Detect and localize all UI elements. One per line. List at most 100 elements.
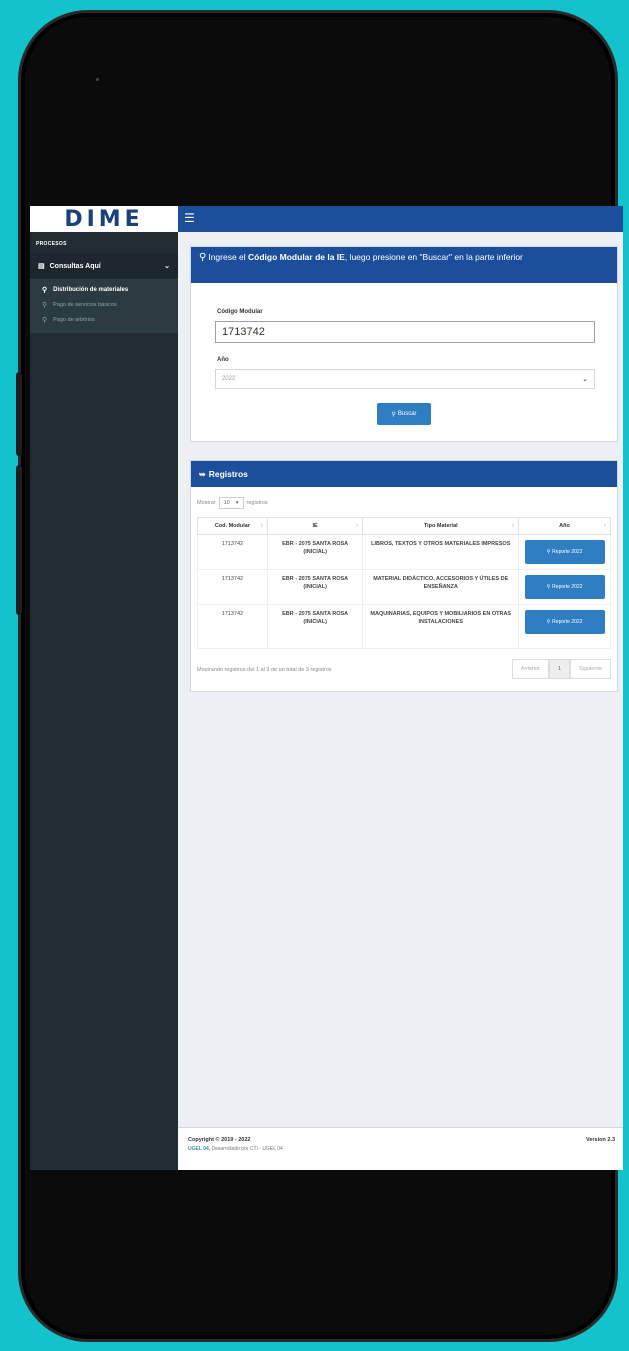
table-info: Mostrando registros del 1 al 3 de un tot… — [197, 667, 332, 673]
results-box-header: ➥ Registros — [191, 461, 617, 487]
reporte-button[interactable]: ⚲ Reporte 2022 — [524, 610, 605, 634]
app-screen: DIME ☰ PROCESOS ▤ Consultas Aquí ⌄ ⚲ Dis… — [30, 206, 623, 1170]
logo-text: DIME — [64, 206, 144, 232]
table-row: 1713742 EBR - 2075 SANTA ROSA (INICIAL) … — [197, 534, 611, 570]
sidebar-item-label: Consultas Aquí — [49, 262, 101, 270]
cell-anio: ⚲ Reporte 2022 — [518, 569, 611, 605]
reporte-label: Reporte 2022 — [552, 584, 583, 590]
copyright-text: Copyright © 2019 - 2022 — [188, 1137, 251, 1143]
year-value: 2022 — [222, 376, 236, 382]
sidebar: PROCESOS ▤ Consultas Aquí ⌄ ⚲ Distribuci… — [30, 232, 178, 1170]
search-icon: ⚲ — [199, 252, 207, 263]
search-icon: ⚲ — [546, 549, 551, 555]
credit-label: Desarrollado por CTI - UGEL 04 — [210, 1146, 283, 1152]
sort-icon: ⇕ — [355, 523, 360, 529]
cell-anio: ⚲ Reporte 2022 — [518, 534, 611, 570]
pagination-prev[interactable]: Anterior — [511, 659, 549, 679]
pagination-next[interactable]: Siguiente — [570, 659, 611, 679]
records-label: registros — [246, 500, 268, 506]
search-box-header: ⚲ Ingrese el Código Modular de la IE, lue… — [191, 247, 617, 283]
cell-anio: ⚲ Reporte 2022 — [518, 604, 611, 649]
chevron-circle-down-icon[interactable]: ➥ — [199, 470, 206, 479]
cell-cod: 1713742 — [197, 534, 268, 570]
page-length-control: Mostrar 10 ▾ registros — [197, 497, 268, 509]
cell-ie: EBR - 2075 SANTA ROSA (INICIAL) — [266, 534, 364, 570]
buscar-label: Buscar — [397, 411, 417, 417]
cell-tipo: MAQUINARIAS, EQUIPOS Y MOBILIARIOS EN OT… — [362, 604, 519, 649]
column-header-label: Cod. Modular — [214, 523, 250, 529]
main-content: ⚲ Ingrese el Código Modular de la IE, lue… — [178, 232, 623, 1170]
sidebar-item-label: Distribución de materiales — [53, 286, 129, 293]
search-icon: ⚲ — [391, 411, 396, 418]
front-camera — [96, 78, 99, 81]
cell-tipo: LIBROS, TEXTOS Y OTROS MATERIALES IMPRES… — [362, 534, 519, 570]
chevron-down-icon: ⌄ — [582, 376, 588, 383]
sidebar-submenu: ⚲ Distribución de materiales ⚲ Pago de s… — [30, 279, 178, 333]
version-text: Version 2.3 — [585, 1137, 615, 1143]
pagination-current[interactable]: 1 — [549, 659, 571, 679]
credit-text: UGEL 04, Desarrollado por CTI - UGEL 04 — [188, 1146, 283, 1152]
org-link[interactable]: UGEL 04, — [188, 1146, 210, 1152]
sidebar-section-label: PROCESOS — [36, 241, 67, 247]
chevron-down-icon: ⌄ — [164, 263, 170, 270]
year-select[interactable]: 2022 ⌄ — [215, 369, 595, 389]
volume-button — [16, 372, 22, 456]
sidebar-item-arbitrios[interactable]: ⚲ Pago de arbitrios — [30, 312, 178, 327]
year-label: Año — [217, 357, 229, 363]
logo[interactable]: DIME — [30, 206, 178, 232]
search-icon: ⚲ — [42, 316, 48, 324]
cell-tipo: MATERIAL DIDÁCTICO, ACCESORIOS Y ÚTILES … — [362, 569, 519, 605]
footer: Copyright © 2019 - 2022 UGEL 04, Desarro… — [178, 1127, 623, 1170]
search-icon: ⚲ — [546, 584, 551, 590]
pagination: Anterior 1 Siguiente — [511, 659, 611, 679]
cell-ie: EBR - 2075 SANTA ROSA (INICIAL) — [266, 569, 364, 605]
reporte-button[interactable]: ⚲ Reporte 2022 — [524, 575, 605, 599]
instruction-post: , luego presione en "Buscar" en la parte… — [344, 252, 523, 262]
reporte-label: Reporte 2022 — [552, 549, 583, 555]
column-header-tipo[interactable]: Tipo Material ⇕ — [362, 517, 519, 535]
buscar-button[interactable]: ⚲ Buscar — [377, 403, 431, 425]
table-header-row: Cod. Modular ⇕ IE ⇕ Tipo Material ⇕ Año ⇕ — [197, 517, 611, 535]
search-icon: ⚲ — [42, 301, 48, 309]
show-label: Mostrar — [197, 500, 216, 506]
power-button — [16, 465, 22, 615]
column-header-label: Tipo Material — [423, 523, 458, 529]
cell-cod: 1713742 — [197, 604, 268, 649]
sidebar-item-label: Pago de servicios básicos — [53, 301, 117, 308]
codigo-value: 1713742 — [222, 326, 265, 338]
sidebar-item-consultas[interactable]: ▤ Consultas Aquí ⌄ — [30, 253, 178, 279]
bar-chart-icon: ▤ — [38, 263, 45, 270]
table-row: 1713742 EBR - 2075 SANTA ROSA (INICIAL) … — [197, 569, 611, 605]
sidebar-item-label: Pago de arbitrios — [53, 316, 95, 323]
instruction-bold: Código Modular de la IE — [248, 252, 345, 262]
sort-icon: ⇕ — [602, 523, 607, 529]
column-header-cod[interactable]: Cod. Modular ⇕ — [197, 517, 268, 535]
records-table: Cod. Modular ⇕ IE ⇕ Tipo Material ⇕ Año ⇕ 17… — [197, 517, 611, 649]
instruction-pre: Ingrese el — [208, 252, 249, 262]
codigo-input[interactable]: 1713742 — [215, 321, 595, 343]
results-box: ➥ Registros Mostrar 10 ▾ registros Cod. … — [190, 460, 618, 692]
column-header-ie[interactable]: IE ⇕ — [266, 517, 364, 535]
sidebar-item-servicios[interactable]: ⚲ Pago de servicios básicos — [30, 297, 178, 312]
top-header: DIME ☰ — [30, 206, 623, 232]
top-navbar: ☰ — [178, 206, 623, 232]
codigo-label: Código Modular — [217, 309, 263, 315]
page-length-select[interactable]: 10 ▾ — [218, 497, 244, 509]
column-header-anio[interactable]: Año ⇕ — [518, 517, 611, 535]
cell-ie: EBR - 2075 SANTA ROSA (INICIAL) — [266, 604, 364, 649]
results-title: Registros — [208, 469, 248, 479]
table-row: 1713742 EBR - 2075 SANTA ROSA (INICIAL) … — [197, 604, 611, 649]
chevron-down-icon: ▾ — [235, 500, 239, 506]
column-header-label: Año — [559, 523, 570, 529]
page-length-value: 10 — [223, 500, 230, 506]
search-icon: ⚲ — [546, 619, 551, 625]
reporte-label: Reporte 2022 — [552, 619, 583, 625]
sort-icon: ⇕ — [510, 523, 515, 529]
cell-cod: 1713742 — [197, 569, 268, 605]
sidebar-item-distribucion[interactable]: ⚲ Distribución de materiales — [30, 282, 178, 297]
reporte-button[interactable]: ⚲ Reporte 2022 — [524, 540, 605, 564]
hamburger-icon[interactable]: ☰ — [184, 212, 195, 224]
search-box: ⚲ Ingrese el Código Modular de la IE, lue… — [190, 246, 618, 442]
sort-icon: ⇕ — [259, 523, 264, 529]
column-header-label: IE — [312, 523, 318, 529]
